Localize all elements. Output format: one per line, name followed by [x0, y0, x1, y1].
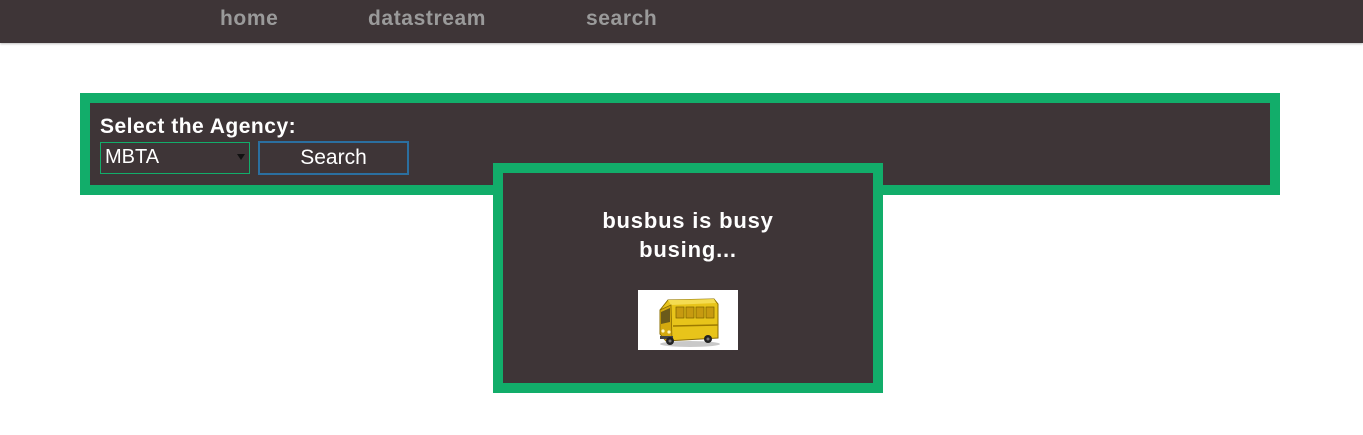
- nav-link-home[interactable]: home: [220, 7, 278, 31]
- agency-select[interactable]: MBTA: [100, 142, 250, 174]
- loading-message-line-2: busing...: [639, 237, 737, 262]
- dropdown-arrow-icon: [237, 154, 245, 160]
- agency-select-value: MBTA: [105, 146, 160, 168]
- yellow-bus-icon: [638, 290, 738, 350]
- loading-message-line-1: busbus is busy: [602, 208, 774, 233]
- loading-message: busbus is busy busing...: [503, 206, 873, 264]
- loading-modal: busbus is busy busing...: [493, 163, 883, 393]
- search-button[interactable]: Search: [258, 141, 409, 175]
- agency-select-label: Select the Agency:: [100, 115, 297, 138]
- nav-link-search[interactable]: search: [586, 7, 657, 31]
- top-navigation-bar: home datastream search: [0, 0, 1363, 43]
- nav-link-datastream[interactable]: datastream: [368, 7, 486, 31]
